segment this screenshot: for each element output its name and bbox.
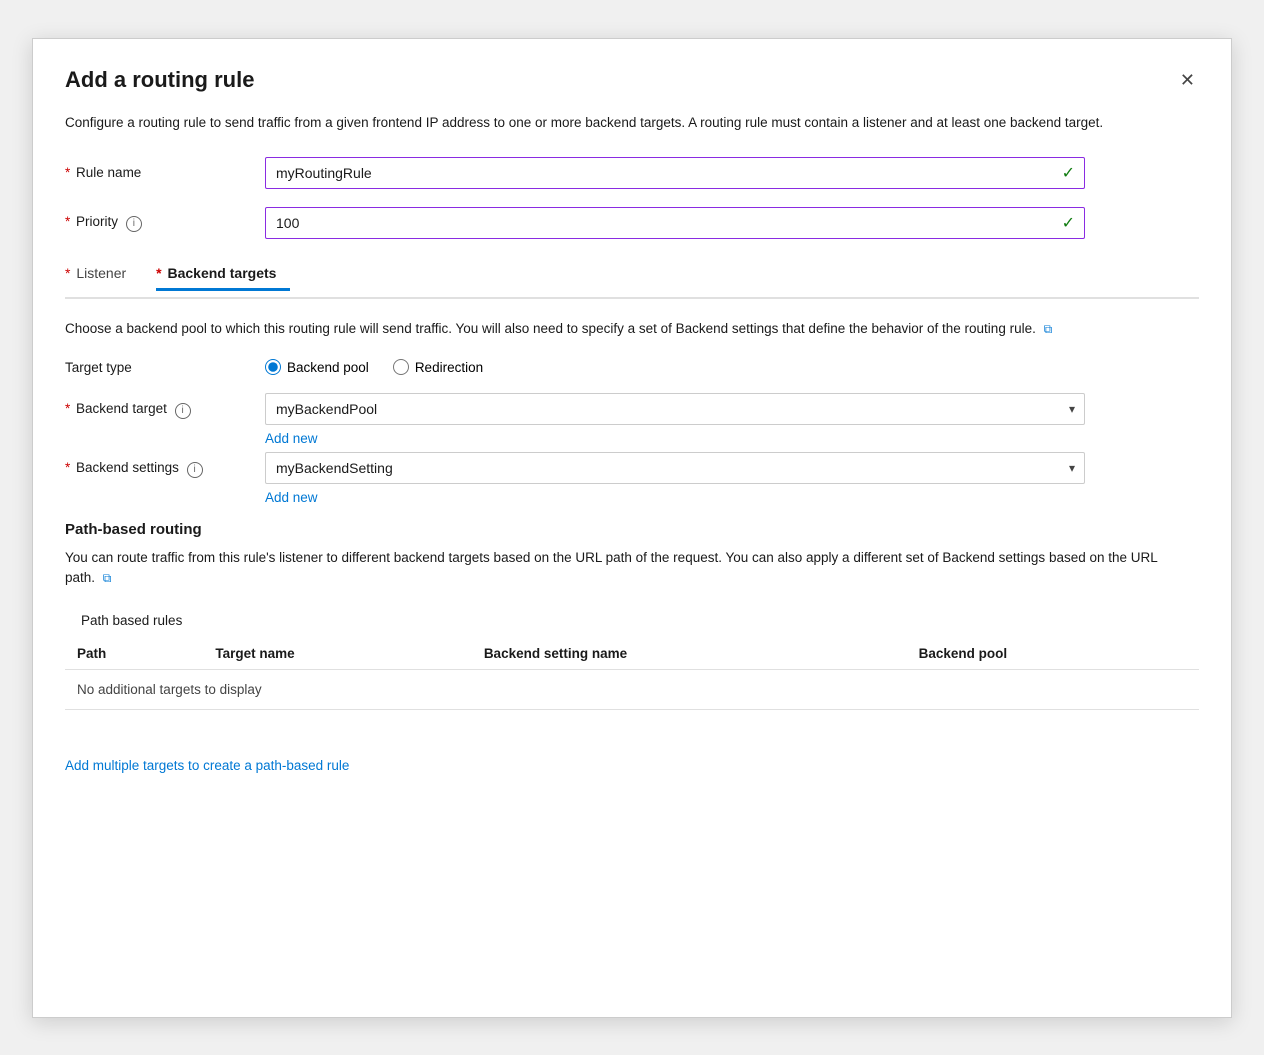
priority-field-container: ✓ [265, 207, 1085, 239]
add-new-backend-settings-link[interactable]: Add new [265, 490, 1085, 505]
backend-settings-col: myBackendSetting ▾ Add new [265, 452, 1085, 505]
priority-check-icon: ✓ [1062, 213, 1075, 233]
backend-settings-info-icon[interactable]: i [187, 462, 203, 478]
rule-name-input[interactable] [265, 157, 1085, 189]
priority-label-wrap: * Priority i [65, 214, 265, 232]
rule-name-label: * Rule name [65, 165, 265, 180]
priority-info-icon[interactable]: i [126, 216, 142, 232]
add-new-backend-target-link[interactable]: Add new [265, 431, 1085, 446]
backend-settings-row: * Backend settings i myBackendSetting ▾ … [65, 452, 1199, 505]
backend-target-select[interactable]: myBackendPool [265, 393, 1085, 425]
rule-name-field-container: ✓ [265, 157, 1085, 189]
table-header-row: Path Target name Backend setting name Ba… [65, 638, 1199, 670]
path-based-rules-table: Path Target name Backend setting name Ba… [65, 638, 1199, 710]
dialog-description: Configure a routing rule to send traffic… [65, 113, 1165, 133]
backend-target-label-wrap: * Backend target i [65, 393, 265, 419]
path-based-rules-label: Path based rules [81, 613, 1199, 628]
tab-listener[interactable]: * Listener [65, 257, 140, 289]
tabs-row: * Listener * Backend targets [65, 257, 1199, 289]
radio-redirection[interactable]: Redirection [393, 359, 483, 375]
backend-desc-ext-link[interactable]: ⧉ [1044, 322, 1053, 336]
dialog-header: Add a routing rule ✕ [65, 67, 1199, 93]
backend-section-desc: Choose a backend pool to which this rout… [65, 319, 1165, 339]
tabs-container: * Listener * Backend targets [65, 257, 1199, 299]
rule-name-check-icon: ✓ [1062, 163, 1075, 183]
path-based-routing-section: Path-based routing You can route traffic… [65, 521, 1199, 710]
path-desc-ext-link[interactable]: ⧉ [103, 571, 112, 585]
tabs-underline [65, 297, 1199, 299]
col-backend-setting-name: Backend setting name [472, 638, 907, 670]
rule-name-row: * Rule name ✓ [65, 157, 1199, 189]
priority-input-wrap: ✓ [265, 207, 1085, 239]
table-body: No additional targets to display [65, 669, 1199, 709]
col-target-name: Target name [203, 638, 471, 670]
radio-backend-pool[interactable]: Backend pool [265, 359, 369, 375]
radio-redirection-input[interactable] [393, 359, 409, 375]
table-header: Path Target name Backend setting name Ba… [65, 638, 1199, 670]
priority-input[interactable] [265, 207, 1085, 239]
bottom-section: Add multiple targets to create a path-ba… [65, 734, 1199, 773]
close-button[interactable]: ✕ [1176, 67, 1199, 93]
backend-settings-dropdown-wrap: myBackendSetting ▾ [265, 452, 1085, 484]
col-backend-pool: Backend pool [907, 638, 1199, 670]
add-multiple-targets-link[interactable]: Add multiple targets to create a path-ba… [65, 758, 349, 773]
priority-required: * [65, 214, 70, 229]
rule-name-input-wrap: ✓ [265, 157, 1085, 189]
target-type-row: Target type Backend pool Redirection [65, 359, 1199, 375]
backend-settings-label-wrap: * Backend settings i [65, 452, 265, 478]
dialog-title: Add a routing rule [65, 67, 254, 93]
col-path: Path [65, 638, 203, 670]
no-data-cell: No additional targets to display [65, 669, 1199, 709]
backend-target-dropdown-wrap: myBackendPool ▾ [265, 393, 1085, 425]
tab-backend-targets[interactable]: * Backend targets [156, 257, 290, 289]
backend-settings-select[interactable]: myBackendSetting [265, 452, 1085, 484]
target-type-options: Backend pool Redirection [265, 359, 1085, 375]
radio-group-target-type: Backend pool Redirection [265, 359, 1085, 375]
no-data-row: No additional targets to display [65, 669, 1199, 709]
backend-target-col: myBackendPool ▾ Add new [265, 393, 1085, 446]
path-section-desc: You can route traffic from this rule's l… [65, 548, 1165, 589]
backend-targets-section: Choose a backend pool to which this rout… [65, 319, 1199, 505]
backend-target-info-icon[interactable]: i [175, 403, 191, 419]
priority-row: * Priority i ✓ [65, 207, 1199, 239]
backend-target-row: * Backend target i myBackendPool ▾ Add n… [65, 393, 1199, 446]
required-marker: * [65, 165, 70, 180]
radio-backend-pool-input[interactable] [265, 359, 281, 375]
add-routing-rule-dialog: Add a routing rule ✕ Configure a routing… [32, 38, 1232, 1018]
target-type-label: Target type [65, 360, 265, 375]
path-based-title: Path-based routing [65, 521, 1199, 538]
